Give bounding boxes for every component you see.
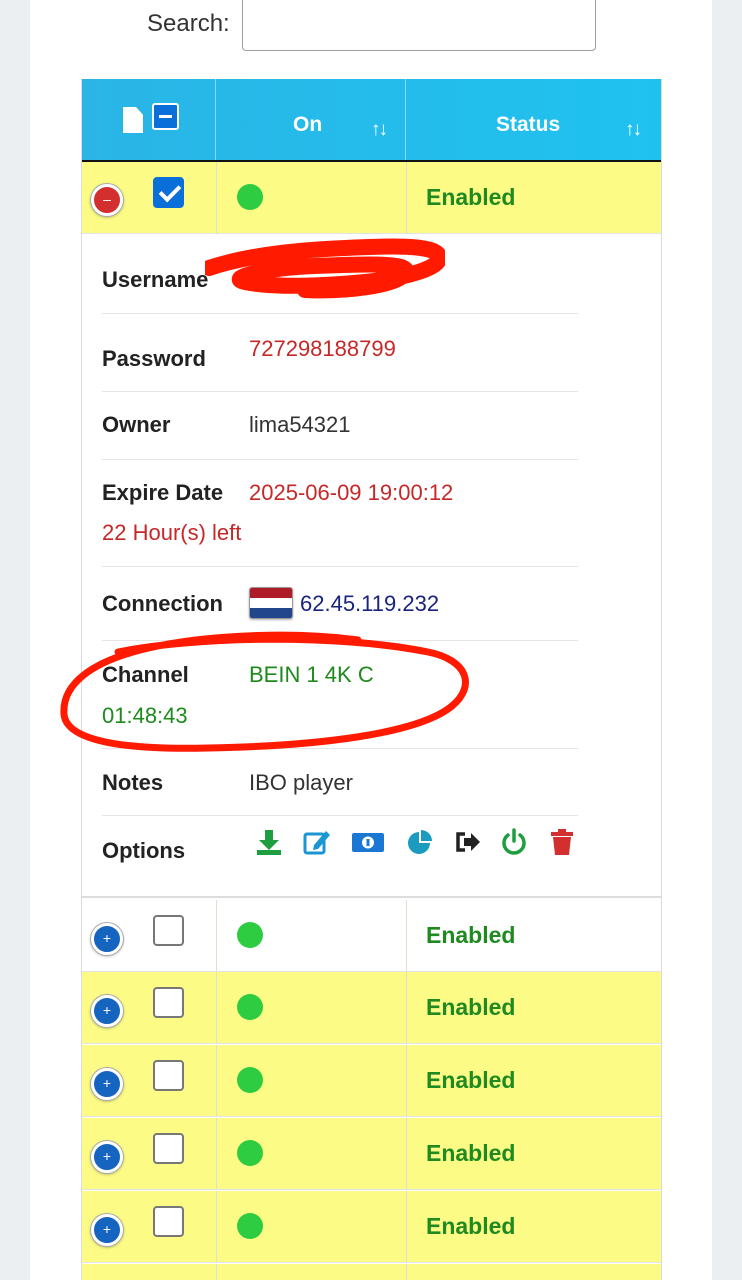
trash-icon[interactable] [548, 828, 576, 856]
status-text: Enabled [426, 994, 516, 1020]
expand-row-button[interactable]: + [91, 1068, 123, 1100]
status-text: Enabled [426, 1213, 516, 1239]
row-checkbox[interactable] [153, 915, 184, 946]
options-label: Options [102, 838, 186, 863]
online-status-dot [237, 184, 263, 210]
expand-row-button[interactable]: + [91, 995, 123, 1027]
notes-label: Notes [102, 770, 164, 795]
online-status-dot [237, 994, 263, 1020]
row-detail-panel: Username Password 727298188799 Owner lim… [82, 234, 661, 898]
column-header-status[interactable]: Status ↑↓ [406, 79, 661, 160]
row-checkbox[interactable] [153, 177, 184, 208]
table-row[interactable]: + Enabled [82, 1045, 661, 1117]
connection-ip[interactable]: 62.45.119.232 [300, 591, 439, 617]
detail-owner: Owner lima54321 [102, 392, 578, 460]
time-remaining: 22 Hour(s) left [102, 520, 242, 545]
power-icon[interactable] [500, 828, 528, 856]
column-label-on: On [293, 113, 323, 136]
highlight-circle [60, 631, 469, 752]
redaction-scribble [205, 238, 445, 299]
connection-label: Connection [102, 591, 223, 616]
username-label: Username [102, 267, 209, 292]
money-icon[interactable] [351, 828, 385, 856]
expand-row-button[interactable]: + [91, 923, 123, 955]
collapse-row-button[interactable]: – [91, 184, 123, 216]
row-checkbox[interactable] [153, 1133, 184, 1164]
document-icon [123, 107, 143, 133]
row-checkbox[interactable] [153, 1206, 184, 1237]
column-header-on[interactable]: On ↑↓ [216, 79, 406, 160]
status-text: Enabled [426, 1140, 516, 1166]
detail-options: Options [102, 816, 578, 886]
table-row[interactable]: + Enabled [82, 1191, 661, 1263]
row-checkbox[interactable] [153, 1060, 184, 1091]
online-status-dot [237, 1140, 263, 1166]
online-status-dot [237, 922, 263, 948]
table-header: On ↑↓ Status ↑↓ [82, 79, 661, 162]
online-status-dot [237, 1067, 263, 1093]
table-row-expanded[interactable]: – Enabled [82, 162, 661, 234]
download-icon[interactable] [255, 828, 283, 856]
pie-chart-icon[interactable] [406, 828, 434, 856]
sort-icon[interactable]: ↑↓ [371, 119, 388, 141]
password-value: 727298188799 [249, 336, 396, 361]
owner-value: lima54321 [249, 412, 351, 437]
expand-row-button[interactable]: + [91, 1214, 123, 1246]
expire-date-label: Expire Date [102, 480, 224, 505]
search-input[interactable] [242, 0, 596, 51]
table-row[interactable]: + Enabled [82, 900, 661, 972]
column-label-status: Status [496, 113, 561, 136]
table-row[interactable] [82, 1264, 661, 1280]
select-all-checkbox[interactable] [152, 103, 179, 130]
notes-value: IBO player [249, 770, 353, 795]
password-label: Password [102, 346, 206, 371]
sort-icon[interactable]: ↑↓ [625, 119, 642, 141]
table-row[interactable]: + Enabled [82, 1118, 661, 1190]
netherlands-flag-icon [249, 587, 293, 619]
row-checkbox[interactable] [153, 987, 184, 1018]
status-text: Enabled [426, 1067, 516, 1093]
table-row[interactable]: + Enabled [82, 972, 661, 1044]
expire-date-value: 2025-06-09 19:00:12 [249, 480, 454, 505]
detail-password: Password 727298188799 [102, 314, 578, 392]
owner-label: Owner [102, 412, 171, 437]
online-status-dot [237, 1213, 263, 1239]
edit-icon[interactable] [303, 828, 331, 856]
status-text: Enabled [426, 922, 516, 948]
detail-expire-date: Expire Date 2025-06-09 19:00:12 22 Hour(… [102, 460, 578, 567]
status-text: Enabled [426, 184, 516, 210]
select-all-column[interactable] [82, 79, 216, 160]
search-label: Search: [147, 10, 230, 37]
expand-row-button[interactable]: + [91, 1141, 123, 1173]
sign-out-icon[interactable] [454, 828, 482, 856]
